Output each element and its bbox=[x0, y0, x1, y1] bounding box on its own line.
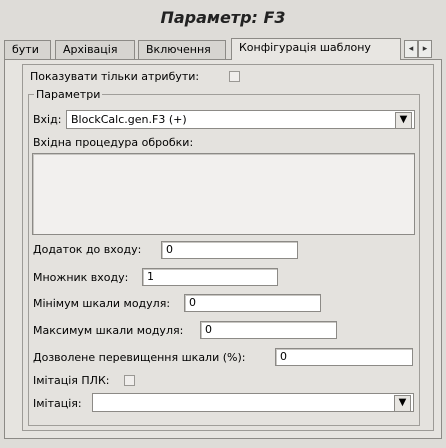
window-title: Параметр: F3 bbox=[160, 8, 286, 27]
plc-simulation-checkbox[interactable] bbox=[124, 375, 135, 386]
tab-label: бути bbox=[12, 43, 39, 56]
input-offset-field[interactable]: 0 bbox=[161, 241, 298, 259]
scale-overrun-field[interactable]: 0 bbox=[275, 348, 413, 366]
arrow-left-icon: ◂ bbox=[408, 44, 414, 54]
scale-min-label: Мінімум шкали модуля: bbox=[33, 297, 171, 310]
arrow-right-icon: ▸ bbox=[422, 44, 428, 54]
parameters-group-title: Параметри bbox=[34, 88, 103, 102]
processing-procedure-editor[interactable] bbox=[32, 153, 415, 235]
scale-min-field[interactable]: 0 bbox=[184, 294, 321, 312]
tab-label: Включення bbox=[146, 43, 211, 56]
tab-archiving[interactable]: Архівація bbox=[55, 40, 135, 59]
tab-label: Архівація bbox=[63, 43, 118, 56]
tab-attributes[interactable]: бути bbox=[4, 40, 51, 59]
input-label: Вхід: bbox=[33, 113, 62, 126]
input-combobox[interactable]: BlockCalc.gen.F3 (+) ▼ bbox=[66, 110, 415, 129]
scale-overrun-label: Дозволене перевищення шкали (%): bbox=[33, 351, 246, 364]
tab-template-config[interactable]: Конфігурація шаблону bbox=[231, 38, 401, 60]
input-value: BlockCalc.gen.F3 (+) bbox=[71, 113, 187, 126]
tab-scroll-left-button[interactable]: ◂ bbox=[404, 40, 418, 58]
tab-scroll-right-button[interactable]: ▸ bbox=[418, 40, 432, 58]
tab-label: Конфігурація шаблону bbox=[239, 41, 371, 54]
simulation-combobox[interactable]: ▼ bbox=[92, 393, 414, 412]
attributes-only-label: Показувати тільки атрибути: bbox=[30, 70, 200, 83]
scale-max-field[interactable]: 0 bbox=[200, 321, 337, 339]
input-offset-label: Додаток до входу: bbox=[33, 243, 142, 256]
processing-procedure-label: Вхідна процедура обробки: bbox=[33, 136, 194, 149]
input-multiplier-field[interactable]: 1 bbox=[142, 268, 278, 286]
attributes-only-checkbox[interactable] bbox=[229, 71, 240, 82]
input-multiplier-label: Множник входу: bbox=[33, 271, 129, 284]
chevron-down-icon[interactable]: ▼ bbox=[394, 395, 411, 412]
scale-max-label: Максимум шкали модуля: bbox=[33, 324, 184, 337]
plc-simulation-label: Імітація ПЛК: bbox=[33, 374, 110, 387]
simulation-label: Імітація: bbox=[33, 397, 82, 410]
chevron-down-icon[interactable]: ▼ bbox=[395, 112, 412, 129]
tab-inclusions[interactable]: Включення bbox=[138, 40, 226, 59]
